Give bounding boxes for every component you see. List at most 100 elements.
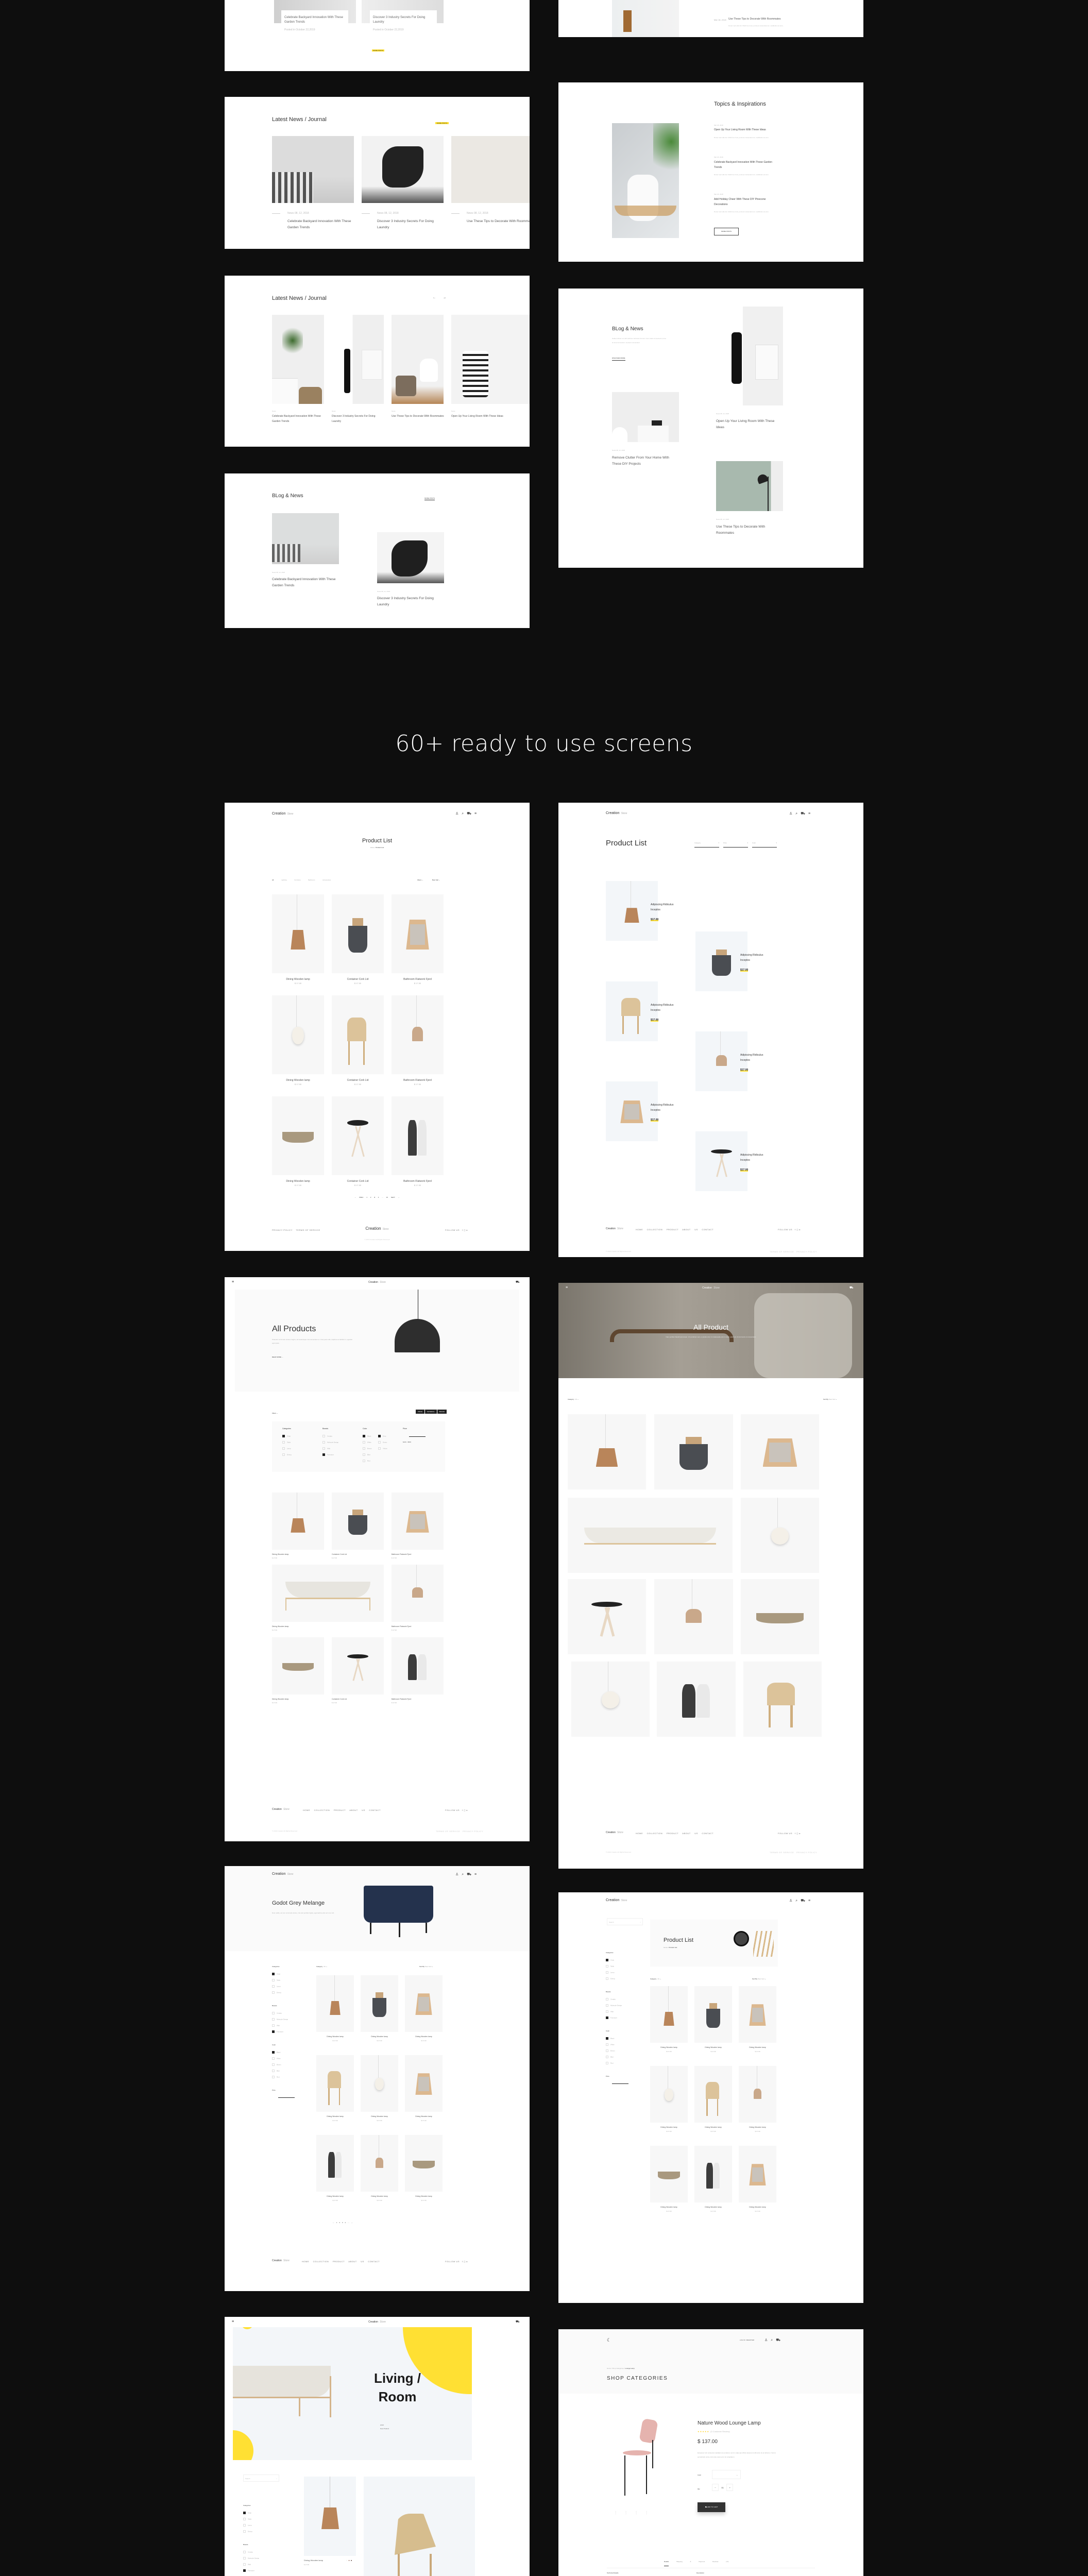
product-image[interactable] (694, 2066, 732, 2123)
filter-checkbox[interactable]: Green (378, 1441, 387, 1444)
product-name[interactable]: Adipiscing Ridiculus Inceptos (651, 1003, 679, 1013)
filter-checkbox[interactable]: Brown (363, 1447, 372, 1450)
product-image[interactable] (739, 2146, 776, 2202)
product-image[interactable] (405, 2135, 443, 2192)
post-title[interactable]: Use These Tips to Decorate With Roommate… (392, 414, 444, 419)
cart-icon[interactable]: ⛟ (516, 1280, 520, 1284)
post-title[interactable]: Use These Tips to Decorate With Roommate… (716, 524, 780, 537)
category-filter[interactable]: Category : All ⌄ (568, 1398, 579, 1400)
chip-brand[interactable]: BRAND (437, 1410, 447, 1414)
product-name[interactable]: Dining Wooden lamp (739, 2206, 776, 2208)
tab-bathroom[interactable]: Bathroom (308, 879, 315, 881)
product-image[interactable] (650, 2146, 688, 2202)
footer-nav-home[interactable]: HOME (636, 1228, 643, 1231)
tab-accessories[interactable]: Accessories (322, 879, 331, 881)
terms-link[interactable]: TERMS OF SERVICE (770, 1250, 794, 1253)
social-icon[interactable]: ◻ (464, 2260, 466, 2263)
breadcrumb-home[interactable]: Home (370, 846, 375, 849)
page-4[interactable]: 4 (378, 1196, 379, 1198)
post-title[interactable]: Add Holiday Cheer With These DIY Pinecon… (714, 197, 778, 207)
filter-checkbox[interactable]: Brown (272, 2063, 281, 2066)
sort-select[interactable]: Best Sell ⌄ (432, 879, 440, 881)
footer-nav-product[interactable]: PRODUCT (333, 2260, 345, 2263)
product-name[interactable]: Adipiscing Ridiculus Inceptos (651, 903, 679, 912)
tab-lighting[interactable]: Lighting (281, 879, 287, 881)
page-1[interactable]: 1 (366, 1196, 367, 1198)
post-title[interactable]: Celebrate Backyard Innovation With These… (714, 160, 778, 170)
product-image[interactable] (364, 2477, 475, 2576)
sort-select[interactable]: Sort By: Best Sell ⌄ (823, 1398, 837, 1400)
post-image[interactable] (716, 307, 783, 405)
post-image[interactable] (272, 315, 324, 404)
chip-price[interactable]: PRICE (416, 1410, 425, 1414)
more-posts-link[interactable]: MORE POSTS (372, 49, 385, 52)
filter-checkbox[interactable]: Molecule Design (272, 2018, 288, 2021)
product-image[interactable] (332, 1493, 384, 1550)
category-select[interactable]: Category ▾ (694, 842, 719, 848)
product-name[interactable]: Dining Wooden lamp (650, 2206, 688, 2208)
footer-nav-about[interactable]: ABOUT US (349, 1809, 365, 1811)
filter-checkbox[interactable]: Furnature (606, 2016, 617, 2019)
product-image[interactable] (304, 2477, 356, 2556)
filter-checkbox[interactable]: Grey (378, 1435, 386, 1437)
filter-checkbox[interactable]: Walt (243, 2563, 251, 2566)
product-image[interactable] (316, 2055, 354, 2112)
filter-checkbox[interactable]: Molecule Design (322, 1441, 338, 1444)
product-name[interactable]: Dining Wooden lamp (405, 2115, 443, 2117)
product-name[interactable]: Container Cork Lid (332, 978, 384, 981)
filter-checkbox[interactable]: Blue (363, 1453, 370, 1456)
product-image[interactable] (272, 1096, 324, 1175)
product-name[interactable]: Dining Wooden lamp (405, 2195, 443, 2197)
product-name[interactable]: Dining Wooden lamp (304, 2559, 323, 2562)
product-image[interactable] (405, 1975, 443, 2032)
product-name[interactable]: Bathroom Flatwork Fjord (392, 1553, 411, 1555)
product-name[interactable]: Dining Wooden lamp (272, 1698, 288, 1700)
product-image[interactable] (741, 1414, 819, 1489)
search-icon[interactable]: ⌕ (771, 2338, 776, 2342)
footer-nav-collection[interactable]: COLLECTION (647, 1228, 663, 1231)
product-name[interactable]: Dining Wooden lamp (316, 2195, 354, 2197)
post-title[interactable]: Open Up Your Living Room With These Idea… (451, 414, 508, 419)
qty-increase[interactable]: + (726, 2484, 734, 2491)
product-image[interactable] (392, 1565, 444, 1622)
product-name[interactable]: Dining Wooden lamp (272, 1553, 288, 1555)
product-image[interactable] (606, 881, 658, 941)
breadcrumb-shop[interactable]: Shop Categories (613, 2367, 624, 2369)
terms-link[interactable]: TERMS OF SERVICE (770, 1851, 794, 1854)
swatch[interactable]: ● (351, 2559, 353, 2562)
product-name[interactable]: Adipiscing Ridiculus Inceptos (740, 1053, 769, 1063)
filter-checkbox[interactable]: Blue (606, 2056, 614, 2058)
post-title[interactable]: Use These Tips to Decorate With Roommate… (467, 218, 530, 225)
product-name[interactable]: Dining Wooden lamp (694, 2046, 732, 2048)
post-title[interactable]: Celebrate Backyard Innovation With These… (272, 577, 339, 589)
filter-checkbox[interactable]: Red (363, 1460, 370, 1462)
product-image[interactable] (272, 995, 324, 1074)
thumbnail[interactable]: ⫶ (625, 2511, 636, 2515)
product-image[interactable] (650, 2066, 688, 2123)
footer-nav-home[interactable]: HOME (302, 2260, 309, 2263)
product-name[interactable]: Dining Wooden lamp (694, 2126, 732, 2128)
privacy-link[interactable]: PRIVACY POLICY (463, 1830, 483, 1833)
cart-icon[interactable]: ⛟ (467, 812, 474, 816)
product-image[interactable] (392, 1493, 444, 1550)
social-icon[interactable]: ▸ (467, 1229, 468, 1231)
footer-nav-collection[interactable]: COLLECTION (313, 2260, 329, 2263)
price-slider[interactable] (278, 2097, 295, 2098)
filter-checkbox[interactable]: Creatia (322, 1435, 332, 1437)
social-icon[interactable]: ▸ (467, 1809, 468, 1811)
post-title[interactable]: Open Up Your Living Room With These Idea… (716, 418, 780, 431)
brand-logo[interactable]: Creation Store (606, 811, 627, 815)
social-icon[interactable]: ▸ (800, 1228, 801, 1231)
filter-checkbox[interactable]: Chair (282, 1435, 291, 1437)
footer-nav-about[interactable]: ABOUT US (348, 2260, 364, 2263)
filter-checkbox[interactable]: Table (243, 2518, 251, 2520)
product-image[interactable] (741, 1498, 819, 1573)
price-select[interactable]: Price ▾ (723, 842, 748, 848)
post-title[interactable]: Discover 3 Industry Secrets For Doing La… (332, 414, 384, 424)
product-image[interactable] (568, 1498, 733, 1573)
privacy-link[interactable]: PRIVACY POLICY (796, 1851, 817, 1854)
product-name[interactable]: Bathroom Flatwork Fjord (392, 1625, 411, 1628)
filter-checkbox[interactable]: Creatia (272, 2012, 282, 2014)
post-image[interactable] (612, 392, 679, 442)
footer-nav-contact[interactable]: CONTACT (702, 1832, 713, 1835)
